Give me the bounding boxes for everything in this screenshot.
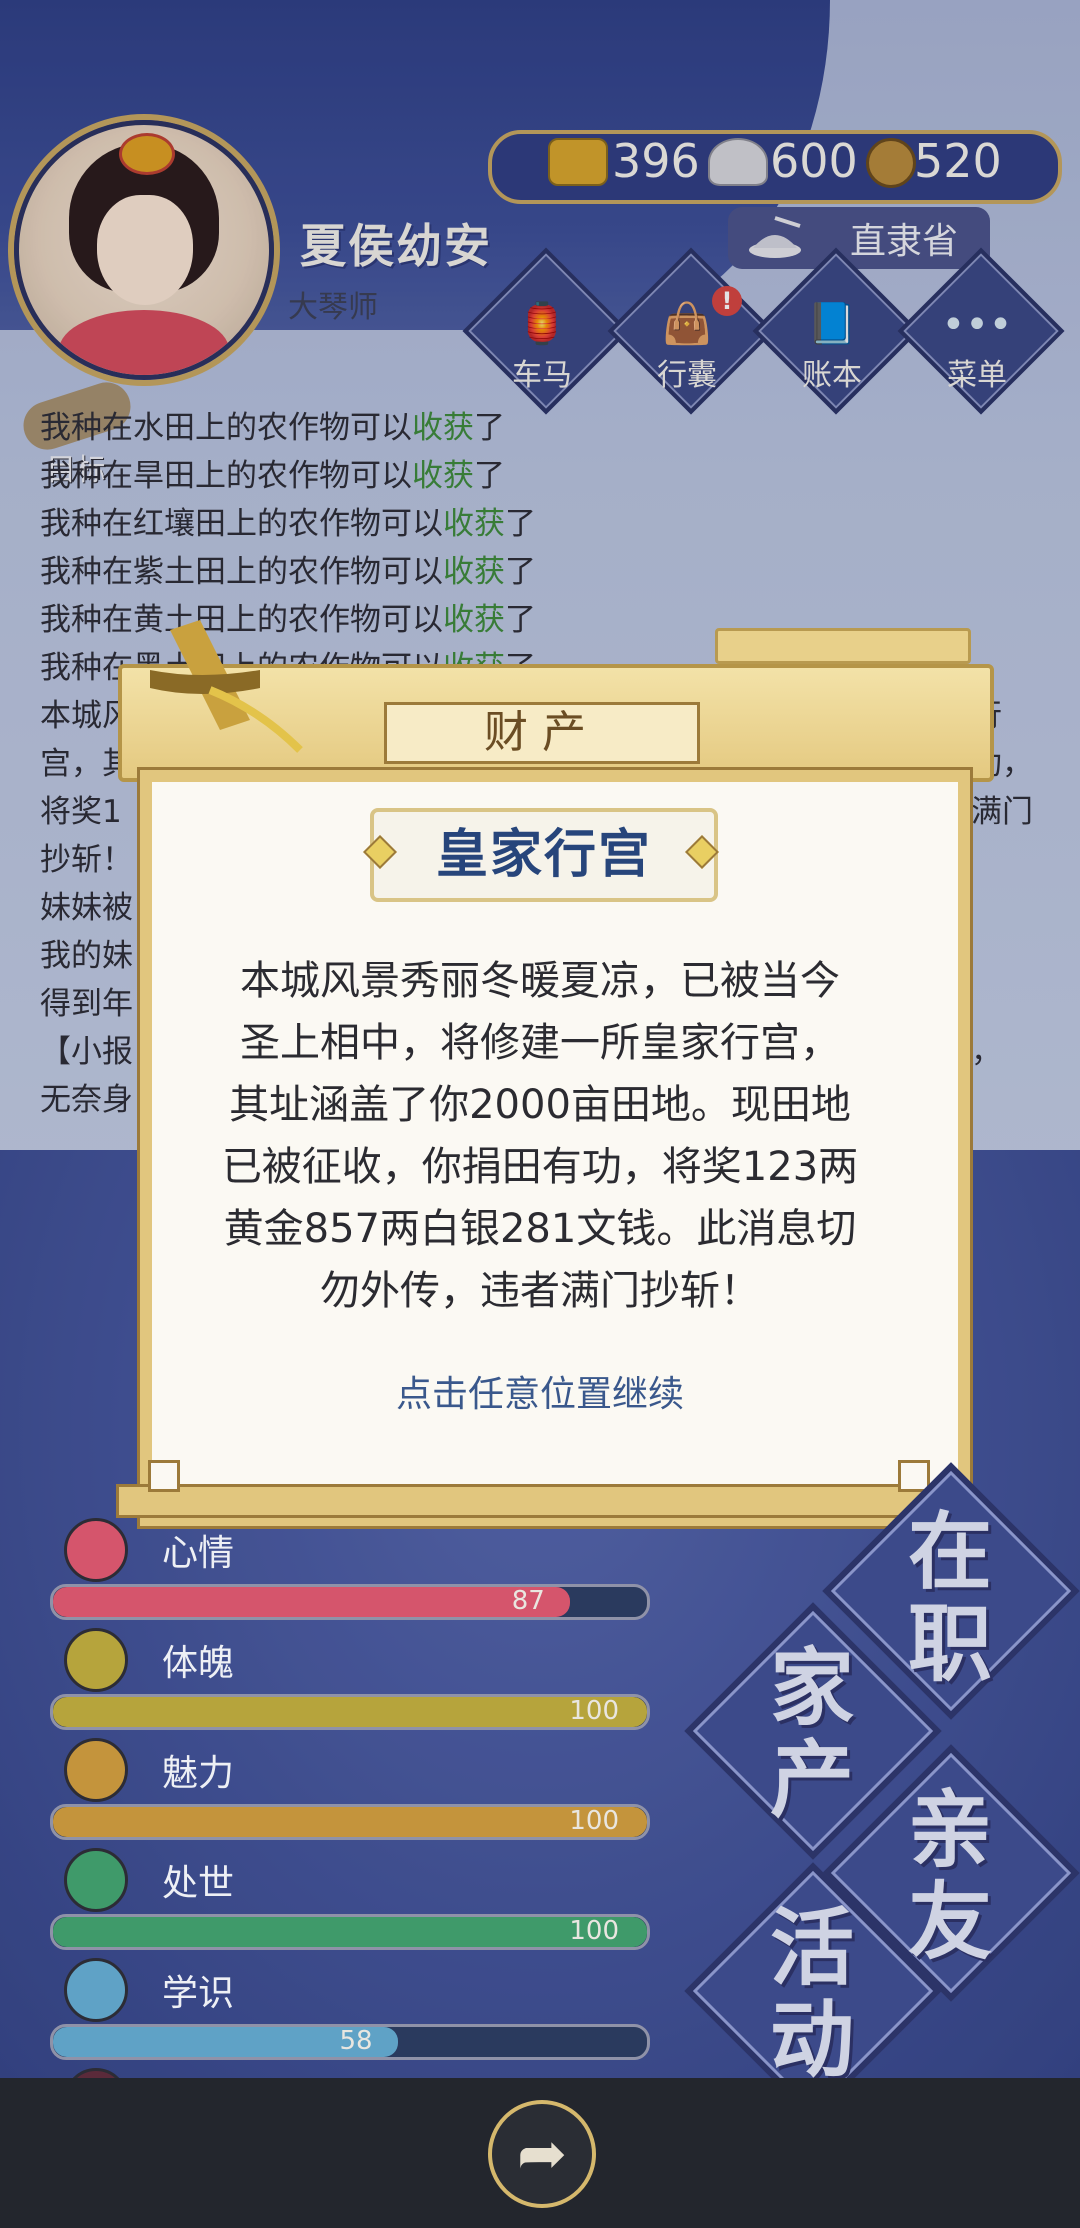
- share-icon: ➦: [516, 2119, 568, 2189]
- silver-value: 600: [770, 134, 858, 188]
- gold-value: 396: [612, 134, 700, 188]
- activities-label: 活动: [769, 1899, 854, 2089]
- log-line: 我种在紫土田上的农作物可以收获了: [40, 548, 1040, 596]
- share-button[interactable]: ➦: [488, 2100, 596, 2208]
- continue-prompt[interactable]: 点击任意位置继续: [180, 1365, 900, 1417]
- modal-header-title: 财产: [384, 702, 700, 764]
- character-title: 大琴师: [288, 290, 378, 325]
- avatar-hairpin-icon: [119, 133, 175, 175]
- estate-label: 家产: [769, 1639, 854, 1829]
- copper-value: 520: [914, 134, 1002, 188]
- flower-icon: [64, 1518, 128, 1582]
- notification-badge: !: [712, 286, 742, 316]
- stat-bar-fill: [53, 1807, 647, 1837]
- log-line: 我种在水田上的农作物可以收获了: [40, 404, 1040, 452]
- stat-bar-fill: [53, 1587, 570, 1617]
- nav-ledger-label: 账本: [802, 358, 862, 393]
- stat-value: 58: [339, 2026, 373, 2056]
- modal-header-text: 财产: [484, 707, 600, 758]
- stat-value: 100: [569, 1696, 619, 1726]
- modal-message: 本城风景秀丽冬暖夏凉，已被当今 圣上相中，将修建一所皇家行宫， 其址涵盖了你2000…: [180, 950, 900, 1322]
- avatar-face: [97, 195, 193, 305]
- silver-ingot-icon: [708, 138, 768, 186]
- modal-message-line: 圣上相中，将修建一所皇家行宫，: [240, 1020, 840, 1066]
- log-text: 无奈身: [40, 1082, 133, 1118]
- log-text-end: 了: [505, 506, 536, 542]
- stat-bar: 58: [50, 2024, 650, 2060]
- log-text: 我的妹: [40, 938, 133, 974]
- stat-bar: 100: [50, 1804, 650, 1840]
- in-office-label: 在职: [907, 1503, 992, 1693]
- stat-label: 体魄: [162, 1643, 235, 1684]
- location-name: 直隶省: [850, 221, 959, 262]
- stat-bar-fill: [53, 1917, 647, 1947]
- log-line: 我种在红壤田上的农作物可以收获了: [40, 500, 1040, 548]
- modal-message-line: 勿外传，违者满门抄斩！: [320, 1268, 760, 1314]
- log-text-end: 了: [505, 554, 536, 590]
- log-text: 将奖1: [40, 794, 122, 830]
- stat-value: 100: [569, 1806, 619, 1836]
- ledger-icon: 📘: [807, 301, 857, 347]
- modal-subtitle: 皇家行宫: [435, 825, 652, 885]
- stat-value: 100: [569, 1916, 619, 1946]
- log-highlight: 收获: [412, 458, 474, 494]
- menu-icon: •••: [941, 302, 1013, 348]
- stat-label: 学识: [162, 1973, 235, 2014]
- log-text: 【小报: [40, 1034, 133, 1070]
- stat-label: 魅力: [162, 1753, 235, 1794]
- avatar-robe: [59, 310, 229, 375]
- stat-label: 处世: [162, 1863, 235, 1904]
- modal-subtitle-box: 皇家行宫: [370, 808, 718, 902]
- modal-message-line: 本城风景秀丽冬暖夏凉，已被当今: [240, 958, 840, 1004]
- log-text: 妹妹被: [40, 890, 133, 926]
- stat-bar: 87: [50, 1584, 650, 1620]
- carriage-icon: 🏮: [517, 301, 567, 347]
- log-highlight: 收获: [443, 554, 505, 590]
- stat-bar-fill: [53, 1697, 647, 1727]
- wheat-sheaf-icon: [150, 620, 303, 753]
- gold-ingot-icon: [548, 138, 608, 186]
- armor-icon: [64, 1628, 128, 1692]
- log-text: 得到年: [40, 986, 133, 1022]
- log-highlight: 收获: [443, 506, 505, 542]
- log-text-end: 了: [474, 458, 505, 494]
- nav-carriage-label: 车马: [512, 358, 572, 393]
- log-highlight: 收获: [412, 410, 474, 446]
- modal-footer: [116, 1484, 970, 1518]
- stat-bar: 100: [50, 1694, 650, 1730]
- log-line: 我种在旱田上的农作物可以收获了: [40, 452, 1040, 500]
- log-text: 我种在紫土田上的农作物可以: [40, 554, 443, 590]
- modal-corner-left: [148, 1460, 180, 1492]
- stat-label: 心情: [162, 1533, 235, 1574]
- stat-value: 87: [511, 1586, 545, 1616]
- log-text: 抄斩！: [40, 842, 133, 878]
- books-icon: [64, 1958, 128, 2022]
- character-avatar[interactable]: [14, 120, 274, 380]
- nav-bag-label: 行囊: [657, 358, 717, 393]
- mirror-icon: [64, 1738, 128, 1802]
- log-text: 我种在红壤田上的农作物可以: [40, 506, 443, 542]
- stat-bar: 100: [50, 1914, 650, 1950]
- log-text: 我种在水田上的农作物可以: [40, 410, 412, 446]
- modal-message-line: 黄金857两白银281文钱。此消息切: [223, 1206, 857, 1252]
- log-highlight: 收获: [443, 602, 505, 638]
- modal-message-line: 已被征收，你捐田有功，将奖123两: [221, 1144, 859, 1190]
- character-name: 夏侯幼安: [300, 219, 492, 273]
- modal-message-line: 其址涵盖了你2000亩田地。现田地: [229, 1082, 851, 1128]
- relatives-label: 亲友: [907, 1781, 992, 1971]
- sedan-icon: [749, 216, 801, 258]
- log-text: 我种在旱田上的农作物可以: [40, 458, 412, 494]
- log-text-end: 了: [474, 410, 505, 446]
- copper-coin-icon: [866, 138, 916, 188]
- modal-roof: [715, 628, 971, 664]
- nav-menu-label: 菜单: [947, 358, 1007, 393]
- log-text-end: 了: [505, 602, 536, 638]
- scroll-hat-icon: [64, 1848, 128, 1912]
